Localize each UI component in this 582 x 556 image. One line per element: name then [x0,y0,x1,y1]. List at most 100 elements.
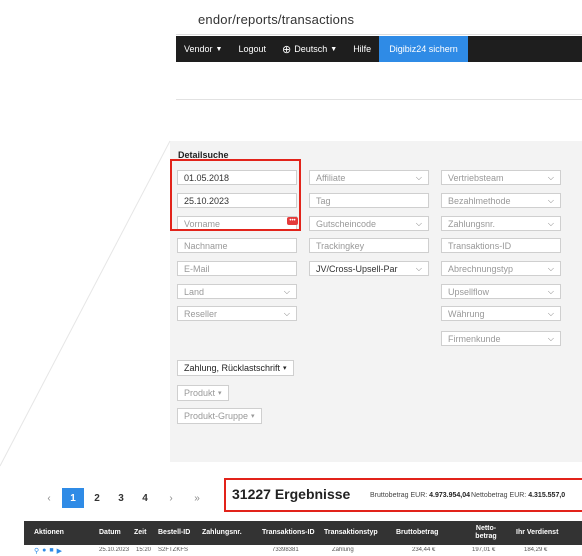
affiliate-select[interactable]: Affiliate ⌵ [309,170,429,185]
th-verdienst[interactable]: Ihr Verdienst [516,521,560,545]
reseller-label: Reseller [184,308,218,319]
content-divider [176,99,582,100]
email-input[interactable]: E-Mail [177,261,297,276]
th-zeit[interactable]: Zeit [134,521,146,545]
chevron-down-icon: ⌵ [283,286,290,296]
search-icon[interactable]: ⚲ [34,547,39,555]
netto-value: 4.315.557,0 [528,492,566,499]
trackingkey-placeholder: Trackingkey [316,240,365,251]
produkt-filter-button[interactable]: Produkt ▾ [177,385,229,401]
row-transaktionstyp: Zahlung [332,547,354,553]
row-datum: 25.10.2023 [99,547,130,553]
chevron-down-icon: ⌵ [547,263,554,273]
help-link[interactable]: Hilfe [345,44,379,54]
abrechnungstyp-label: Abrechnungstyp [448,263,514,274]
th-transaktions-id[interactable]: Transaktions-ID [262,521,320,545]
row-transaktions-id: 73398381 [272,547,299,553]
bezahlmethode-select[interactable]: Bezahlmethode ⌵ [441,193,561,208]
highlight-date-box [170,159,301,231]
digibiz-button[interactable]: Digibiz24 sichern [379,36,468,62]
vertriebsteam-label: Vertriebsteam [448,172,504,183]
firmenkunde-select[interactable]: Firmenkunde ⌵ [441,331,561,346]
row-bestell-id[interactable]: S2FTZKFS [158,547,188,553]
netto-summary: Nettobetrag EUR: 4.315.557,0 [471,492,565,499]
pagination-page-2[interactable]: 2 [86,488,108,508]
pagination-next[interactable]: › [160,488,182,508]
upsellflow-label: Upsellflow [448,286,490,297]
pagination-page-3[interactable]: 3 [110,488,132,508]
document-icon[interactable]: ■ [49,547,53,555]
zahlungsnr-select[interactable]: Zahlungsnr. ⌵ [441,216,561,231]
brutto-summary: Bruttobetrag EUR: 4.973.954,04 [370,492,470,499]
th-aktionen[interactable]: Aktionen [34,521,64,545]
upsellflow-select[interactable]: Upsellflow ⌵ [441,284,561,299]
logout-link[interactable]: Logout [230,44,274,54]
th-transaktionstyp[interactable]: Transaktionstyp [324,521,378,545]
produkt-filter-label: Produkt [184,388,216,398]
pagination-page-1[interactable]: 1 [62,488,84,508]
nachname-input[interactable]: Nachname [177,238,297,253]
produkt-gruppe-filter-label: Produkt-Gruppe [184,411,249,421]
chevron-down-icon: ⌵ [547,308,554,318]
chevron-down-icon: ⌵ [547,333,554,343]
caret-down-icon: ▾ [218,390,222,397]
row-action-icons: ⚲ ● ■ ▶ [34,547,62,555]
table-row: ⚲ ● ■ ▶ 25.10.2023 15:20 S2FTZKFS 733983… [24,547,582,556]
caret-down-icon: ▾ [251,413,255,420]
vendor-label: Vendor [184,44,213,54]
flag-icon[interactable]: ▶ [57,547,62,555]
th-bestell-id[interactable]: Bestell-ID [158,521,190,545]
jv-partner-select[interactable]: JV/Cross-Upsell-Par ⌵ [309,261,429,276]
th-datum[interactable]: Datum [99,521,121,545]
trackingkey-input[interactable]: Trackingkey [309,238,429,253]
tag-input[interactable]: Tag [309,193,429,208]
zahlungsnr-label: Zahlungsnr. [448,218,496,229]
bezahlmethode-label: Bezahlmethode [448,195,511,206]
pagination-last[interactable]: » [186,488,208,508]
globe-icon: ⊕ [282,43,292,56]
th-bruttobetrag[interactable]: Bruttobetrag [396,521,438,545]
table-header: Aktionen Datum Zeit Bestell-ID Zahlungsn… [24,521,582,545]
chevron-down-icon: ⌵ [547,172,554,182]
transaktions-id-input[interactable]: Transaktions-ID [441,238,561,253]
vendor-menu[interactable]: Vendor ▼ [176,44,230,54]
land-label: Land [184,286,205,297]
language-menu[interactable]: ⊕ Deutsch ▼ [274,43,345,56]
zahlung-filter-label: Zahlung, Rücklastschrift [184,363,281,373]
info-icon[interactable]: ● [42,547,46,555]
help-label: Hilfe [353,44,372,54]
row-verdienst: 184,29 € [524,547,548,553]
chevron-down-icon: ⌵ [547,218,554,228]
waehrung-select[interactable]: Währung ⌵ [441,306,561,321]
chevron-down-icon: ⌵ [283,308,290,318]
top-navbar: Vendor ▼ Logout ⊕ Deutsch ▼ Hilfe Digibi… [176,36,582,62]
firmenkunde-label: Firmenkunde [448,333,501,344]
th-zahlungsnr[interactable]: Zahlungsnr. [202,521,242,545]
row-zeit: 15:20 [136,547,152,553]
vertriebsteam-select[interactable]: Vertriebsteam ⌵ [441,170,561,185]
gutscheincode-select[interactable]: Gutscheincode ⌵ [309,216,429,231]
jv-partner-label: JV/Cross-Upsell-Par [316,263,398,274]
th-nettobetrag[interactable]: Netto-betrag [466,521,506,545]
pagination-page-4[interactable]: 4 [134,488,156,508]
address-bar-url[interactable]: endor/reports/transactions [198,12,354,27]
email-placeholder: E-Mail [184,263,210,274]
pagination-prev[interactable]: ‹ [38,488,60,508]
gutscheincode-label: Gutscheincode [316,218,377,229]
produkt-gruppe-filter-button[interactable]: Produkt-Gruppe ▾ [177,408,262,424]
background-panel [0,140,582,556]
netto-label: Nettobetrag EUR: [471,492,527,499]
affiliate-label: Affiliate [316,172,346,183]
address-bar-divider [176,34,582,35]
reseller-select[interactable]: Reseller ⌵ [177,306,297,321]
brutto-value: 4.973.954,04 [429,492,471,499]
zahlung-filter-button[interactable]: Zahlung, Rücklastschrift ▾ [177,360,294,376]
language-label: Deutsch [294,44,328,54]
land-select[interactable]: Land ⌵ [177,284,297,299]
abrechnungstyp-select[interactable]: Abrechnungstyp ⌵ [441,261,561,276]
transaktions-id-placeholder: Transaktions-ID [448,240,512,251]
row-nettobetrag: 197,01 € [472,547,496,553]
chevron-down-icon: ⌵ [415,218,422,228]
chevron-down-icon: ⌵ [547,286,554,296]
caret-down-icon: ▼ [215,45,223,53]
